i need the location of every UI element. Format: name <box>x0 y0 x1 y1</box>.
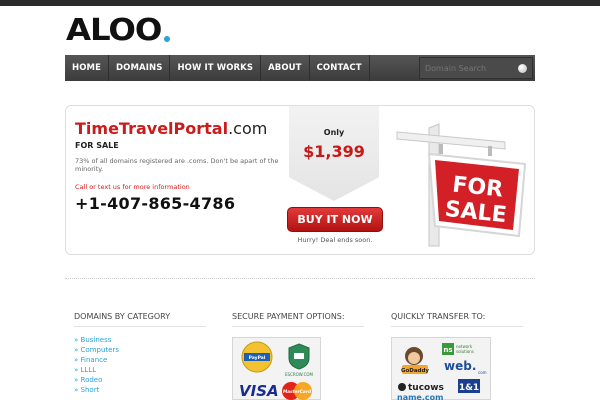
escrow-logo: ESCROW.COM <box>285 343 314 377</box>
nav-contact[interactable]: CONTACT <box>310 55 370 81</box>
nav-domains[interactable]: DOMAINS <box>109 55 171 81</box>
registrar-logos-image: GoDaddy ns network solutions web. com tu… <box>397 343 487 400</box>
domain-title: TimeTravelPortal.com <box>75 119 267 138</box>
svg-text:com: com <box>478 370 487 375</box>
payment-heading: SECURE PAYMENT OPTIONS: <box>232 312 345 321</box>
svg-text:1&1: 1&1 <box>459 383 479 393</box>
category-label: Short <box>80 386 100 394</box>
site-logo[interactable]: ALOO <box>66 13 171 48</box>
price-only-label: Only <box>323 128 345 137</box>
category-item-finance[interactable]: » Finance <box>74 355 119 365</box>
section-divider <box>65 278 535 279</box>
category-item-llll[interactable]: » LLLL <box>74 365 119 375</box>
buy-it-now-button[interactable]: BUY IT NOW <box>287 207 383 232</box>
category-item-rodeo[interactable]: » Rodeo <box>74 375 119 385</box>
price-value: $1,399 <box>303 142 365 161</box>
for-sale-sign-icon: FOR SALE <box>396 123 527 247</box>
transfer-rule <box>391 326 523 327</box>
nav-about[interactable]: ABOUT <box>261 55 310 81</box>
svg-text:web.: web. <box>444 359 476 373</box>
category-list: » Business » Computers » Finance » LLLL … <box>74 335 119 395</box>
svg-text:MasterCard: MasterCard <box>283 389 312 395</box>
transfer-heading: QUICKLY TRANSFER TO: <box>391 312 486 321</box>
contact-prompt: Call or text us for more information <box>75 183 190 191</box>
categories-heading: DOMAINS BY CATEGORY <box>74 312 171 321</box>
bullet: » <box>74 376 79 384</box>
top-bar <box>0 0 600 6</box>
domain-name-text: TimeTravelPortal <box>75 119 229 138</box>
svg-text:PayPal: PayPal <box>249 355 266 361</box>
svg-text:ESCROW.COM: ESCROW.COM <box>285 372 313 377</box>
payment-rule <box>232 326 364 327</box>
domain-sale-panel: TimeTravelPortal.com FOR SALE 73% of all… <box>65 105 535 255</box>
main-nav: HOME DOMAINS HOW IT WORKS ABOUT CONTACT <box>65 55 535 81</box>
category-label: Computers <box>80 346 119 354</box>
one-and-one-logo: 1&1 <box>458 379 480 393</box>
svg-text:GoDaddy: GoDaddy <box>401 368 429 374</box>
categories-rule <box>74 326 206 327</box>
bullet: » <box>74 346 79 354</box>
bullet: » <box>74 366 79 374</box>
nav-home[interactable]: HOME <box>65 55 110 81</box>
for-sale-label: FOR SALE <box>75 141 119 150</box>
category-label: LLLL <box>80 366 97 374</box>
bullet: » <box>74 336 79 344</box>
payment-logos-panel: PayPal ESCROW.COM VISA MasterCard <box>232 337 321 400</box>
svg-text:solutions: solutions <box>456 349 474 354</box>
domain-search <box>419 57 533 79</box>
name-com-logo: name.com <box>397 393 443 400</box>
category-item-business[interactable]: » Business <box>74 335 119 345</box>
svg-text:VISA: VISA <box>239 382 279 400</box>
logo-dot <box>164 36 171 42</box>
svg-text:name.com: name.com <box>397 393 443 400</box>
svg-text:tucows: tucows <box>408 383 444 393</box>
category-label: Rodeo <box>80 376 103 384</box>
category-label: Business <box>80 336 112 344</box>
category-label: Finance <box>80 356 108 364</box>
category-item-short[interactable]: » Short <box>74 385 119 395</box>
paypal-verified-logo: PayPal <box>241 341 273 373</box>
domain-search-input[interactable] <box>420 63 516 73</box>
nav-how-it-works[interactable]: HOW IT WORKS <box>170 55 262 81</box>
deal-notice: Hurry! Deal ends soon. <box>297 236 373 244</box>
bullet: » <box>74 356 79 364</box>
domain-tld-text: .com <box>228 119 268 138</box>
sale-blurb: 73% of all domains registered are .coms.… <box>75 157 279 173</box>
payment-logos-image: PayPal ESCROW.COM VISA MasterCard <box>239 341 314 400</box>
godaddy-logo: GoDaddy <box>401 347 429 374</box>
search-icon[interactable] <box>518 64 527 73</box>
transfer-logos-panel: GoDaddy ns network solutions web. com tu… <box>391 337 491 400</box>
svg-text:ns: ns <box>443 346 452 354</box>
web-com-logo: web. com <box>444 359 487 375</box>
tucows-logo: tucows <box>398 383 444 393</box>
network-solutions-logo: ns network solutions <box>442 343 474 355</box>
bullet: » <box>74 386 79 394</box>
mastercard-logo: MasterCard <box>282 382 312 400</box>
phone-number[interactable]: +1-407-865-4786 <box>75 194 235 213</box>
logo-text: ALOO <box>66 13 162 48</box>
visa-logo: VISA <box>239 382 279 400</box>
category-item-computers[interactable]: » Computers <box>74 345 119 355</box>
